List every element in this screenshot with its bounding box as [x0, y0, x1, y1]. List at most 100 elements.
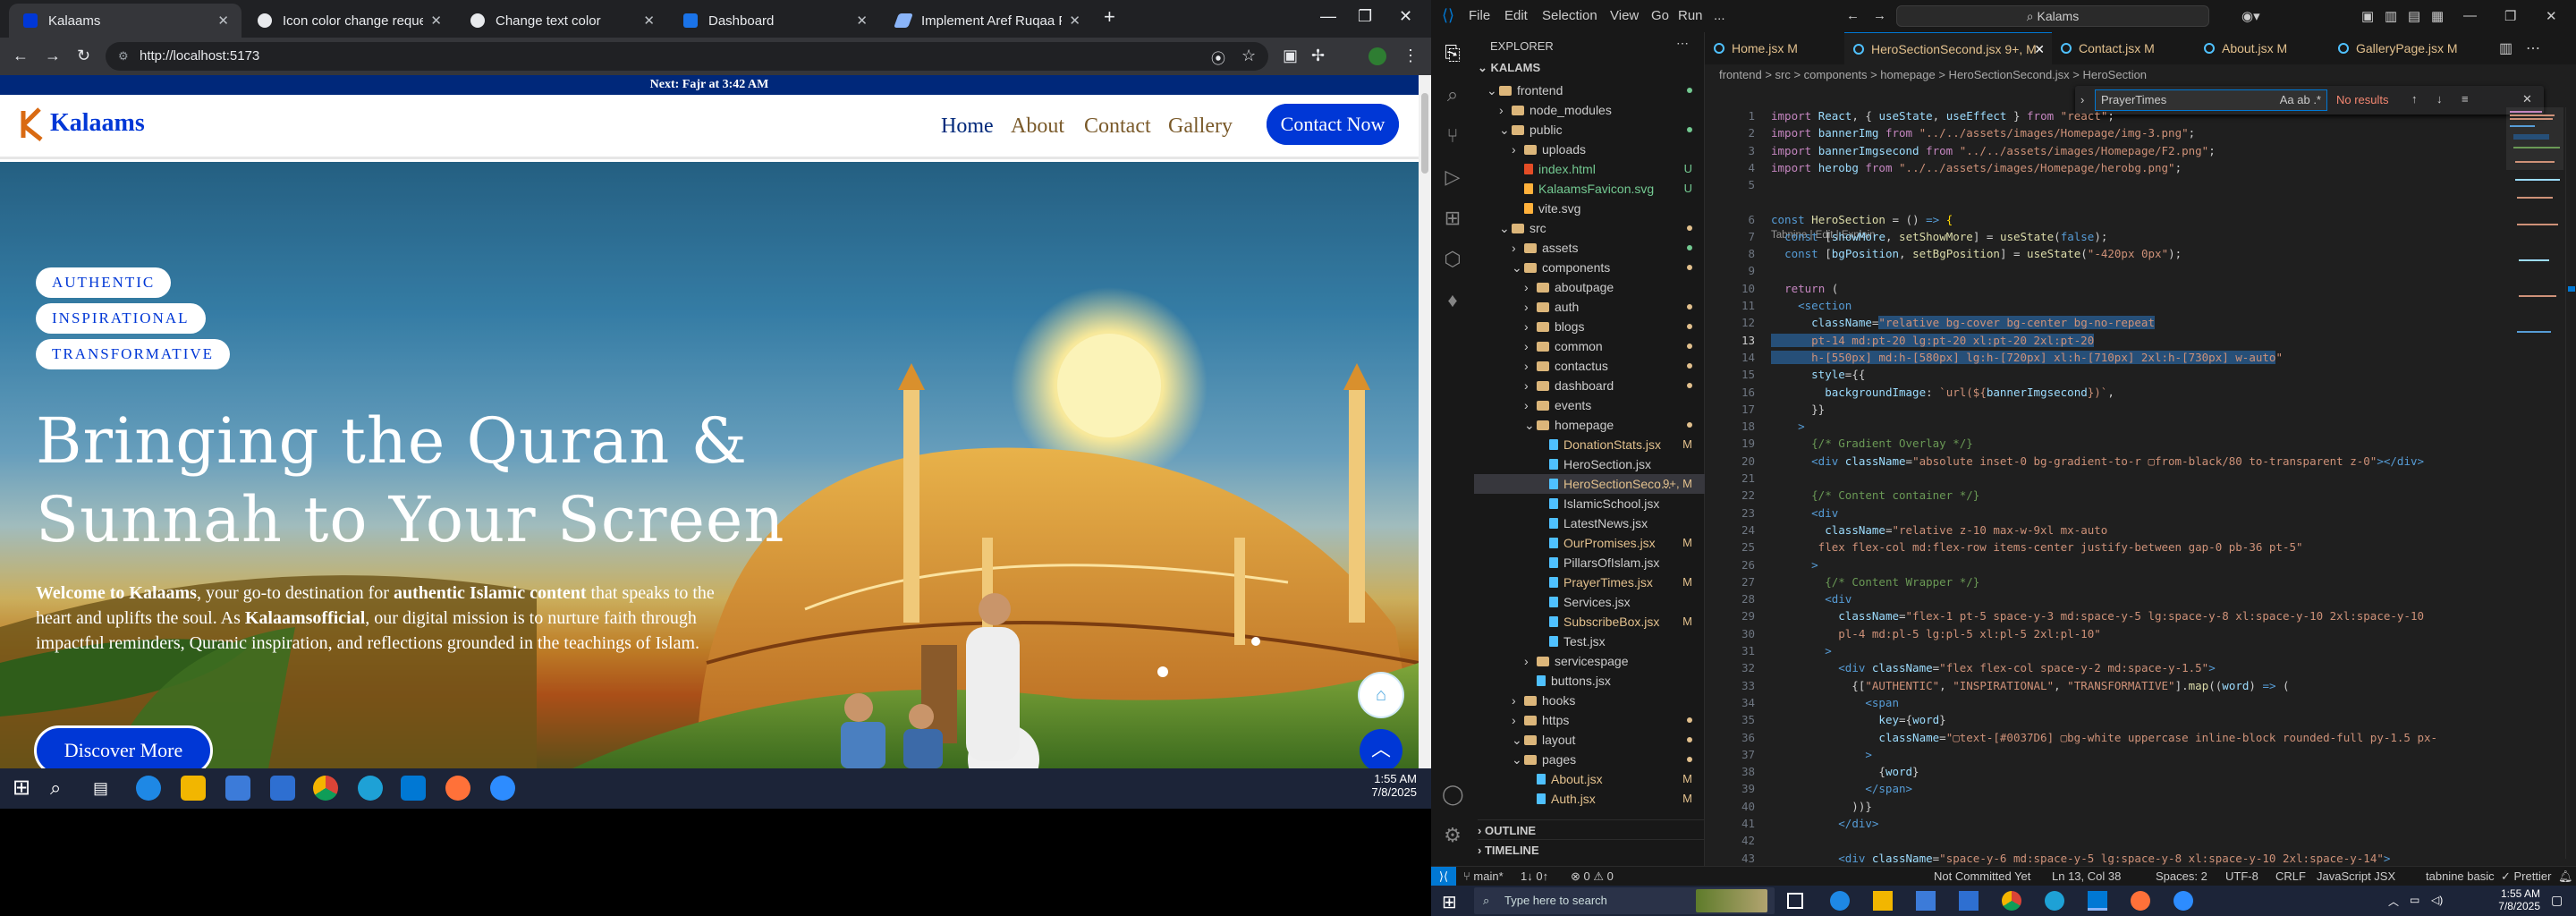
clock-right[interactable]: 1:55 AM 7/8/2025 [2478, 887, 2540, 912]
code-area[interactable]: Tabnine | Edit | Explain 1 import React, … [1705, 107, 2576, 865]
tree-item-uploads[interactable]: › uploads [1474, 140, 1705, 159]
previous-match-icon[interactable]: ↑ [2411, 92, 2418, 106]
outline-section[interactable]: › OUTLINE [1478, 819, 1705, 837]
site-info-icon[interactable]: ⚙ [118, 42, 129, 71]
browser-menu-icon[interactable]: ⋮ [1402, 47, 1419, 65]
location-icon[interactable]: ⦿ [1211, 47, 1225, 68]
discover-more-button[interactable]: Discover More [34, 725, 213, 768]
tray-network-icon[interactable]: ▭ [2410, 894, 2419, 906]
tree-item-services-jsx[interactable]: Services.jsx [1474, 592, 1705, 612]
nav-gallery[interactable]: Gallery [1168, 114, 1233, 139]
tree-item-hooks[interactable]: › hooks [1474, 691, 1705, 710]
firefox-icon[interactable] [445, 776, 470, 801]
maximize-icon[interactable]: ❐ [2504, 8, 2516, 24]
explorer-more-icon[interactable]: ⋯ [1676, 36, 1689, 51]
close-tab-icon[interactable]: ✕ [643, 13, 655, 29]
task-view-icon[interactable]: ▤ [93, 776, 118, 801]
tree-item-common[interactable]: › common [1474, 336, 1705, 356]
tree-item-blogs[interactable]: › blogs [1474, 317, 1705, 336]
explorer-icon[interactable]: ⎘ [1442, 43, 1463, 64]
tray-volume-icon[interactable]: ◁) [2431, 894, 2443, 906]
copilot-icon[interactable]: ◉▾ [2241, 8, 2260, 24]
edge-icon[interactable] [136, 776, 161, 801]
tray-chevron-icon[interactable]: ︿ [2388, 894, 2399, 909]
language-mode[interactable]: JavaScript JSX [2317, 867, 2395, 886]
extensions-icon[interactable]: ⊞ [1442, 208, 1463, 229]
indentation[interactable]: Spaces: 2 [2156, 867, 2207, 886]
mongodb-icon[interactable]: ♦ [1442, 290, 1463, 311]
tree-item-aboutpage[interactable]: › aboutpage [1474, 277, 1705, 297]
taskbar-search-icon[interactable]: ⌕ [50, 776, 75, 801]
tab-about-jsx[interactable]: About.jsx M [2195, 32, 2329, 64]
edge-icon[interactable] [1830, 891, 1850, 911]
menu-selection[interactable]: Selection [1542, 8, 1597, 23]
close-window-icon[interactable]: ✕ [1399, 7, 1412, 26]
tree-item-public[interactable]: ⌄ public [1474, 120, 1705, 140]
browser-tab-dashboard[interactable]: Dashboard ✕ [669, 4, 880, 38]
site-logo[interactable]: Kalaams [20, 106, 145, 141]
sidebar-toggle-icon[interactable]: ▤ [2408, 8, 2420, 24]
tree-item-prayertimes-jsx[interactable]: PrayerTimes.jsx M [1474, 572, 1705, 592]
tree-item-auth-jsx[interactable]: Auth.jsx M [1474, 789, 1705, 809]
git-branch[interactable]: ⑂ main* [1463, 867, 1504, 886]
tree-item-layout[interactable]: ⌄ layout [1474, 730, 1705, 750]
timeline-section[interactable]: › TIMELINE [1478, 839, 1705, 857]
new-tab-button[interactable]: + [1104, 5, 1115, 29]
vscode-taskbar-icon[interactable] [2088, 891, 2107, 911]
app-icon[interactable] [2045, 891, 2064, 911]
tree-item-kalaamsfavicon-svg[interactable]: KalaamsFavicon.svg U [1474, 179, 1705, 199]
line-ending[interactable]: CRLF [2275, 867, 2306, 886]
zoom-icon[interactable] [490, 776, 515, 801]
minimize-icon[interactable]: — [1320, 7, 1336, 26]
tree-item-events[interactable]: › events [1474, 395, 1705, 415]
tree-item-https[interactable]: › https [1474, 710, 1705, 730]
layout-toggle-icon[interactable]: ▣ [2361, 8, 2374, 24]
tree-item-homepage[interactable]: ⌄ homepage [1474, 415, 1705, 435]
chat-widget-icon[interactable]: ⌂ [1360, 674, 1402, 717]
scrollbar-thumb[interactable] [1421, 93, 1428, 174]
nav-forward-icon[interactable]: → [1873, 8, 1886, 23]
extensions-puzzle-icon[interactable]: ✢ [1311, 47, 1325, 65]
settings-gear-icon[interactable]: ⚙ [1442, 825, 1463, 846]
tree-item-islamicschool-jsx[interactable]: IslamicSchool.jsx [1474, 494, 1705, 513]
tree-item-pillarsofislam-jsx[interactable]: PillarsOfIslam.jsx [1474, 553, 1705, 572]
menu-go[interactable]: Go [1651, 8, 1669, 23]
search-icon[interactable]: ⌕ [1442, 84, 1463, 106]
tree-item-pages[interactable]: ⌄ pages [1474, 750, 1705, 769]
store-icon[interactable] [225, 776, 250, 801]
cursor-position[interactable]: Ln 13, Col 38 [2052, 867, 2121, 886]
minimap[interactable] [2506, 107, 2563, 376]
tree-item-donationstats-jsx[interactable]: DonationStats.jsx M [1474, 435, 1705, 454]
breadcrumb[interactable]: frontend > src > components > homepage >… [1705, 64, 2576, 86]
tab-herosectionsecond-jsx[interactable]: HeroSectionSecond.jsx 9+, M ✕ [1844, 32, 2052, 64]
browser-tab-aref-ruqaa[interactable]: Implement Aref Ruqaa Font in R✕ [882, 4, 1093, 38]
remote-indicator-icon[interactable]: ⟩⟨ [1431, 867, 1456, 886]
tree-item-test-jsx[interactable]: Test.jsx [1474, 632, 1705, 651]
nav-contact[interactable]: Contact [1084, 114, 1151, 139]
customize-layout-icon[interactable]: ▦ [2431, 8, 2444, 24]
contact-now-button[interactable]: Contact Now [1267, 104, 1399, 145]
file-explorer-icon[interactable] [1873, 891, 1893, 911]
tree-item-auth[interactable]: › auth [1474, 297, 1705, 317]
notifications-icon[interactable]: 🔔︎ [2558, 867, 2573, 886]
close-find-icon[interactable]: ✕ [2522, 92, 2532, 106]
editor-scrollbar[interactable] [2565, 107, 2576, 859]
git-blame[interactable]: Not Committed Yet [1934, 867, 2030, 886]
tree-item-index-html[interactable]: index.html U [1474, 159, 1705, 179]
file-explorer-icon[interactable] [181, 776, 206, 801]
forward-icon[interactable]: → [45, 47, 61, 65]
tree-item-contactus[interactable]: › contactus [1474, 356, 1705, 376]
tree-item-servicespage[interactable]: › servicespage [1474, 651, 1705, 671]
browser-tab-kalaams[interactable]: Kalaams ✕ [9, 4, 242, 38]
panel-toggle-icon[interactable]: ▥ [2385, 8, 2397, 24]
close-tab-icon[interactable]: ✕ [217, 13, 229, 29]
store-icon[interactable] [1916, 891, 1936, 911]
minimize-icon[interactable]: — [2463, 8, 2477, 23]
workspace-root[interactable]: ⌄ KALAMS [1478, 61, 1540, 75]
nav-about[interactable]: About [1011, 114, 1064, 139]
extension-icon[interactable]: ▣ [1283, 47, 1298, 65]
remote-icon[interactable]: ⬡ [1442, 249, 1463, 270]
git-sync[interactable]: 1↓ 0↑ [1521, 867, 1548, 886]
tabnine-status[interactable]: tabnine basic [2426, 867, 2495, 886]
menu-run[interactable]: Run [1678, 8, 1703, 23]
